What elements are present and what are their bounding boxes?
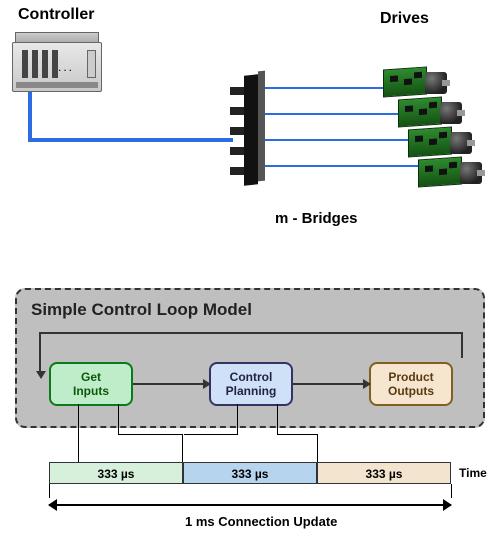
drives-label: Drives xyxy=(380,10,429,28)
drive-link xyxy=(265,165,420,167)
time-axis-label: Time xyxy=(459,466,487,480)
bridges-switch-icon xyxy=(230,75,270,185)
network-topology-diagram: Controller Drives ... xyxy=(0,0,500,270)
cable-segment xyxy=(28,138,233,142)
stage-get-inputs: Get Inputs xyxy=(49,362,133,406)
connector-line xyxy=(78,404,79,462)
control-loop-diagram: Simple Control Loop Model Get Inputs Con… xyxy=(15,288,485,538)
connector-line xyxy=(277,404,278,434)
connector-line xyxy=(237,404,238,434)
total-span-arrow xyxy=(49,498,451,512)
total-span-label: 1 ms Connection Update xyxy=(185,514,337,529)
connector-line xyxy=(277,434,317,435)
drive-link xyxy=(265,139,410,141)
connector-line xyxy=(317,434,318,462)
connector-line xyxy=(182,434,183,462)
stage-product-outputs: Product Outputs xyxy=(369,362,453,406)
time-segment: 333 µs xyxy=(49,462,183,484)
model-title: Simple Control Loop Model xyxy=(31,300,252,320)
drive-link xyxy=(265,113,400,115)
bridges-label: m - Bridges xyxy=(275,210,358,227)
cable-segment xyxy=(28,92,32,142)
time-segment: 333 µs xyxy=(183,462,317,484)
controller-plc-icon: ... xyxy=(12,32,102,92)
model-box: Simple Control Loop Model Get Inputs Con… xyxy=(15,288,485,428)
timeline: 333 µs 333 µs 333 µs xyxy=(49,462,451,484)
drive-link xyxy=(265,87,385,89)
connector-line xyxy=(118,404,119,434)
stage-control-planning: Control Planning xyxy=(209,362,293,406)
time-segment: 333 µs xyxy=(317,462,451,484)
controller-label: Controller xyxy=(18,6,94,24)
drive-board-icon xyxy=(418,152,473,188)
connector-line xyxy=(118,434,182,435)
connector-line xyxy=(184,434,238,435)
